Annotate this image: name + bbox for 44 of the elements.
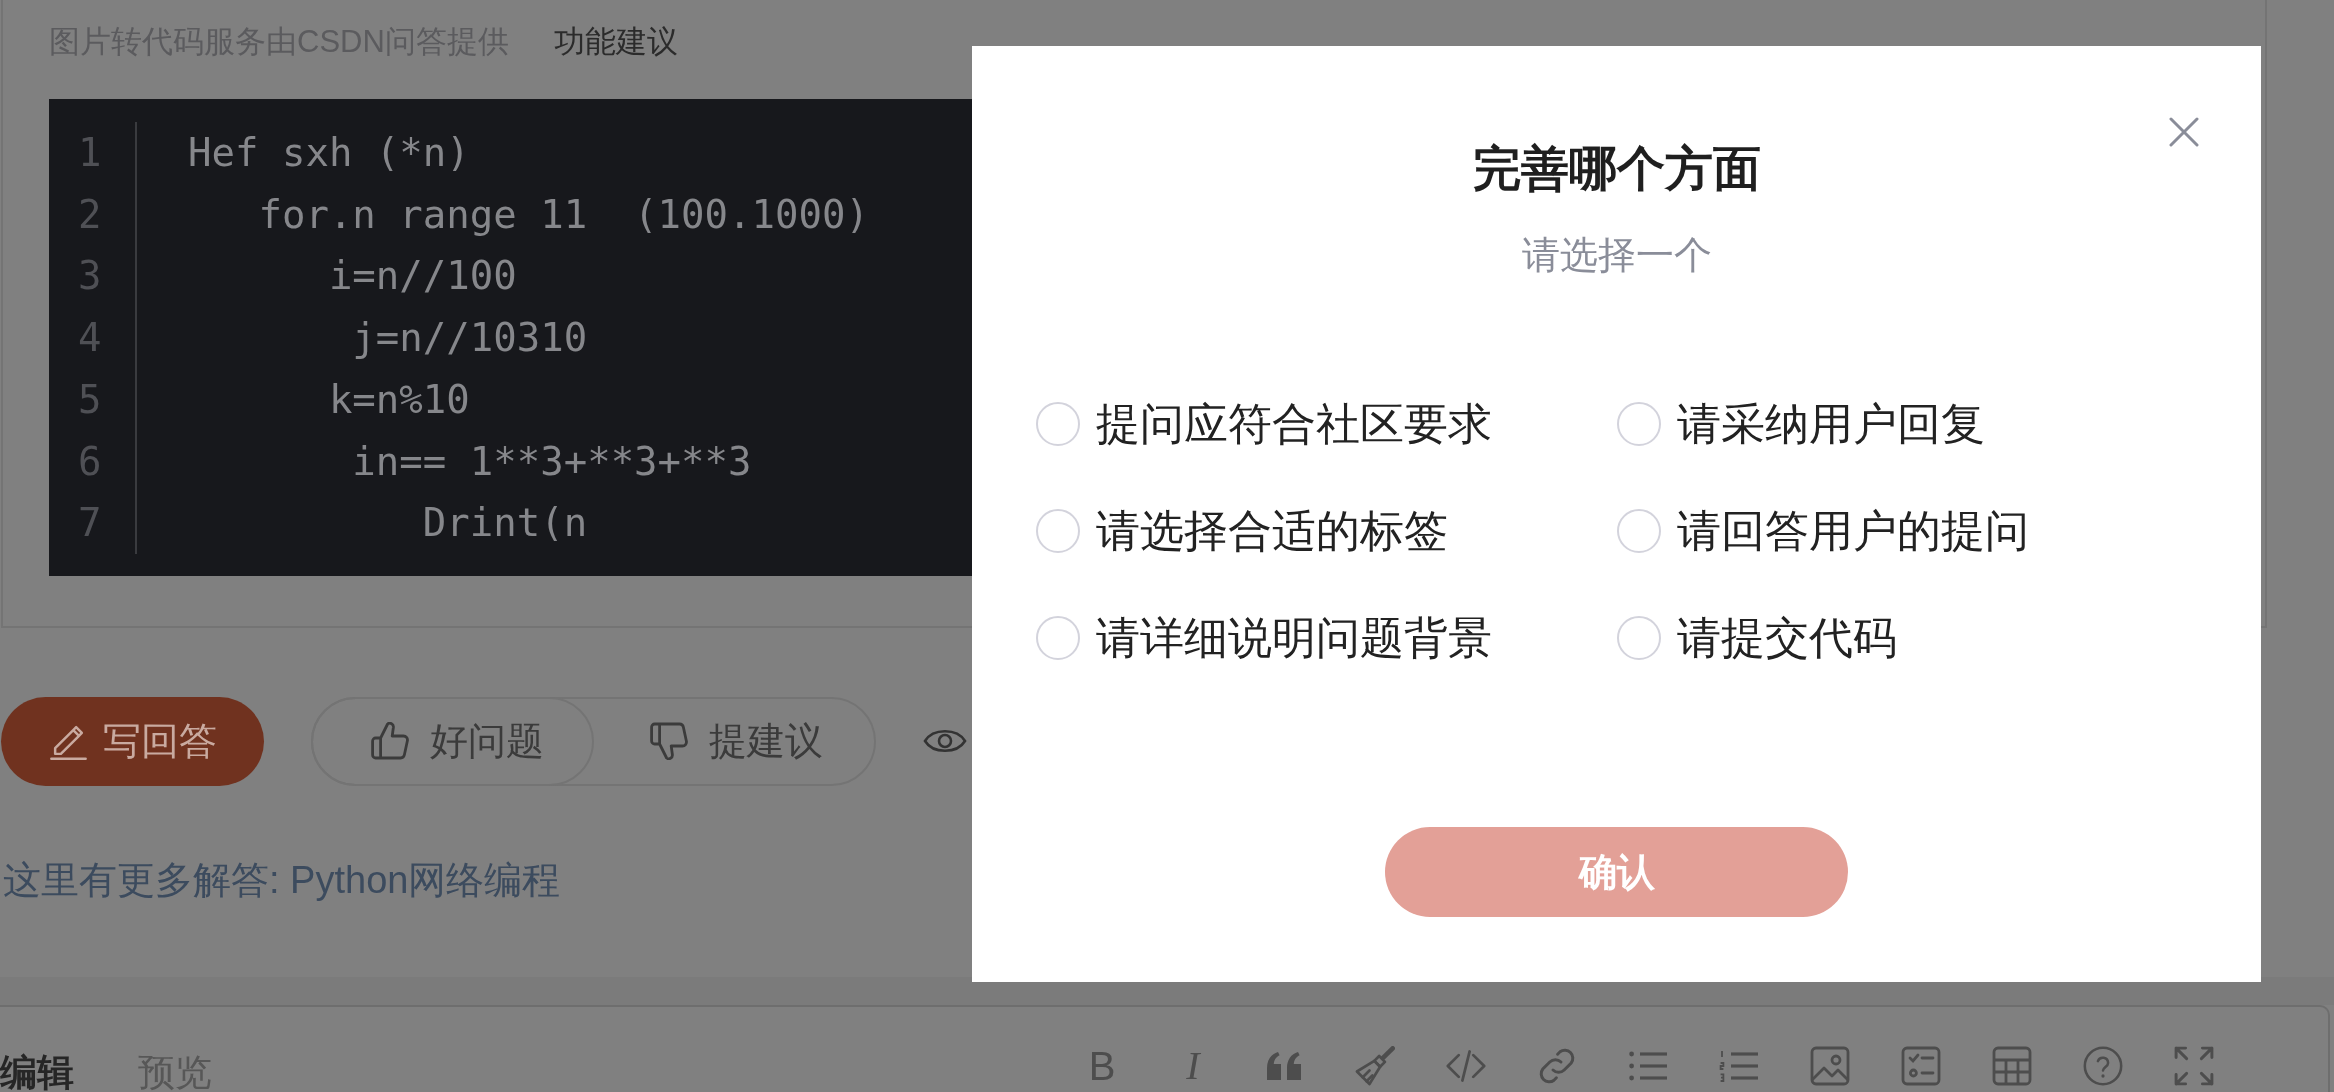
reason-option[interactable]: 请选择合适的标签 [1035,501,1448,561]
reason-option[interactable]: 请采纳用户回复 [1616,394,1985,454]
dialog-title: 完善哪个方面 [1472,141,1761,197]
close-icon[interactable] [2169,117,2199,147]
downvote-button[interactable]: 提建议 [594,698,874,784]
radio-button[interactable] [1616,509,1661,553]
checklist-icon[interactable] [1901,1045,1941,1086]
line-number: 3 [78,252,102,301]
radio-button[interactable] [1035,509,1080,553]
write-answer-button[interactable]: 写回答 [1,696,264,786]
code-line: j=n//10310 [351,314,588,363]
more-answers-link[interactable]: 这里有更多解答: Python网络编程 [3,856,561,903]
line-number: 5 [78,375,102,424]
radio-button[interactable] [1035,616,1080,660]
line-number: 1 [78,129,102,177]
thumbs-down-icon [650,722,688,761]
help-icon[interactable] [2083,1045,2123,1086]
thumbs-up-icon [371,722,409,761]
code-line: in== 1**3+**3+**3 [351,437,752,486]
quote-icon[interactable] [1267,1051,1301,1080]
radio-button[interactable] [1035,402,1080,446]
paintbrush-icon[interactable] [1355,1045,1395,1086]
code-line: Hef sxh (*n) [188,129,470,177]
feature-suggestion-link[interactable]: 功能建议 [553,20,678,64]
reason-option[interactable]: 提问应符合社区要求 [1035,394,1492,454]
radio-button[interactable] [1616,616,1661,660]
code-line: k=n%10 [327,375,470,424]
table-icon[interactable] [1992,1045,2032,1086]
radio-button[interactable] [1616,402,1661,446]
code-line: Drint(n [421,499,588,548]
line-number: 7 [78,499,102,548]
reason-option[interactable]: 请提交代码 [1616,608,1897,668]
reason-option[interactable]: 请详细说明问题背景 [1035,608,1492,668]
line-number: 2 [78,190,102,239]
upvote-button[interactable]: 好问题 [311,696,594,786]
image-icon[interactable] [1810,1045,1850,1086]
editor-tab[interactable]: 编辑 [0,1050,74,1092]
dialog-subtitle: 请选择一个 [1521,233,1712,278]
reason-option[interactable]: 请回答用户的提问 [1616,501,2029,561]
code-line: for.n range 11 (100.1000) [257,190,869,239]
fullscreen-icon[interactable] [2174,1045,2214,1086]
line-number: 6 [78,437,102,486]
line-number: 4 [78,314,102,363]
code-line: i=n//100 [327,252,517,301]
